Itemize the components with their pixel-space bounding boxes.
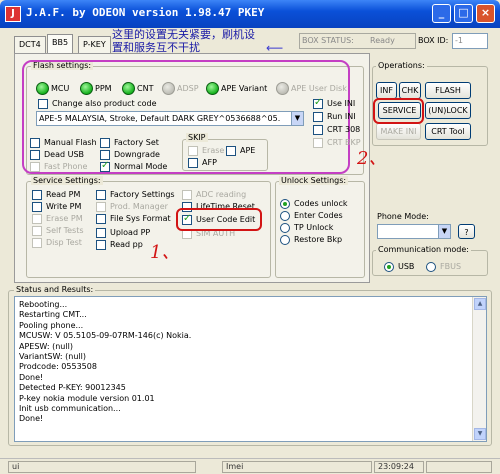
help-button[interactable]: ? <box>458 224 475 239</box>
status-bar: ui Imei 23:09:24 <box>0 458 500 474</box>
skip-ape-checkbox[interactable]: APE <box>226 145 255 156</box>
self-tests-checkbox[interactable]: Self Tests <box>32 225 84 236</box>
run-ini-checkbox[interactable]: Run INI <box>313 111 356 122</box>
unlock-settings-title: Unlock Settings: <box>279 176 349 185</box>
log-line: Detected P-KEY: 90012345 <box>19 383 126 393</box>
statusbar-imei: Imei <box>222 461 372 473</box>
prod-manager-checkbox[interactable]: Prod. Manager <box>96 201 168 212</box>
unlock-button[interactable]: (UN)LOCK <box>425 102 471 119</box>
fast-phone-checkbox[interactable]: Fast Phone <box>30 161 87 172</box>
log-line: Pooling phone... <box>19 320 84 330</box>
annotation-two: 2、 <box>357 148 387 169</box>
log-line: MCUSW: V 05.5105-09-07RM-146(c) Nokia. <box>19 331 192 341</box>
phone-mode-label: Phone Mode: <box>377 212 429 221</box>
downgrade-checkbox[interactable]: Downgrade <box>100 149 160 160</box>
note-text: 这里的设置无关紧要，刷机设置和服务互不干扰 <box>112 28 255 54</box>
log-line: Init usb communication... <box>19 404 121 413</box>
annotation-one: 1、 <box>150 242 180 263</box>
skip-afp-checkbox[interactable]: AFP <box>188 157 217 168</box>
normal-mode-checkbox[interactable]: Normal Mode <box>100 160 167 172</box>
scroll-up-icon[interactable]: ▲ <box>474 298 486 310</box>
erase-pm-checkbox[interactable]: Erase PM <box>32 213 83 224</box>
led-adsp: ADSP <box>162 82 199 95</box>
cnt-led-icon <box>122 82 135 95</box>
disp-test-checkbox[interactable]: Disp Test <box>32 237 82 248</box>
ape-variant-led-icon <box>206 82 219 95</box>
statusbar-pane-left: ui <box>8 461 196 473</box>
log-line: Prodcode: 0553508 <box>19 362 97 372</box>
statusbar-pane-right <box>426 461 492 473</box>
flash-button[interactable]: FLASH <box>425 82 471 99</box>
statusbar-time: 23:09:24 <box>374 461 424 473</box>
tab-dct4[interactable]: DCT4 <box>14 36 46 53</box>
restore-bkp-radio[interactable]: Restore Bkp <box>280 234 342 245</box>
box-status-value: Ready <box>370 36 395 45</box>
change-product-checkbox[interactable]: Change also product code <box>38 98 157 109</box>
skip-erase-checkbox[interactable]: Erase <box>188 145 224 156</box>
factory-settings-checkbox[interactable]: Factory Settings <box>96 189 175 200</box>
service-settings-title: Service Settings: <box>31 176 103 185</box>
led-cnt: CNT <box>122 82 153 95</box>
log-line: Done! <box>19 414 44 424</box>
upload-pp-checkbox[interactable]: Upload PP <box>96 227 150 238</box>
log-line: VariantSW: (null) <box>19 352 86 361</box>
led-ape-variant: APE Variant <box>206 82 267 95</box>
window-title: J.A.F. by ODEON version 1.98.47 PKEY <box>26 6 265 19</box>
log-line: P-key nokia module version 01.01 <box>19 393 155 403</box>
fbus-radio[interactable]: FBUS <box>426 261 461 272</box>
service-highlight <box>373 98 424 124</box>
chevron-down-icon[interactable]: ▼ <box>438 225 450 238</box>
make-ini-button[interactable]: MAKE INI <box>376 123 421 140</box>
tp-unlock-radio[interactable]: TP Unlock <box>280 222 333 233</box>
usb-radio[interactable]: USB <box>384 261 414 272</box>
log-line: Restarting CMT... <box>19 310 87 320</box>
led-ape-user-disk: APE User Disk <box>276 82 347 95</box>
codes-unlock-radio[interactable]: Codes unlock <box>280 198 347 209</box>
crt-tool-button[interactable]: CRT Tool <box>425 123 471 140</box>
ape-user-disk-led-icon <box>276 82 289 95</box>
phone-mode-select[interactable]: ▼ <box>377 224 451 239</box>
box-id-label: BOX ID: <box>418 36 449 45</box>
minimize-button[interactable]: _ <box>432 4 451 23</box>
led-mcu: MCU <box>36 82 69 95</box>
product-code-select[interactable]: APE-5 MALAYSIA, Stroke, Default DARK GRE… <box>36 111 304 126</box>
tab-bb5[interactable]: BB5 <box>47 34 74 54</box>
chk-button[interactable]: CHK <box>399 82 421 99</box>
box-id-field[interactable]: -1 <box>452 33 488 49</box>
log-line: Rebooting... <box>19 300 68 309</box>
chevron-down-icon[interactable]: ▼ <box>291 112 303 125</box>
ppm-led-icon <box>80 82 93 95</box>
status-title: Status and Results: <box>14 285 96 294</box>
log-line: APESW: (null) <box>19 341 73 351</box>
enter-codes-radio[interactable]: Enter Codes <box>280 210 343 221</box>
manual-flash-checkbox[interactable]: Manual Flash <box>30 137 97 148</box>
operations-title: Operations: <box>376 61 427 70</box>
inf-button[interactable]: INF <box>376 82 397 99</box>
log-scrollbar[interactable]: ▲ ▼ <box>472 297 486 441</box>
user-code-edit-highlight <box>176 208 262 231</box>
skip-title: SKIP <box>186 133 208 142</box>
status-log: Rebooting... Restarting CMT... Pooling pho… <box>14 296 487 442</box>
tab-pkey[interactable]: P-KEY <box>78 36 111 53</box>
adsp-led-icon <box>162 82 175 95</box>
close-button[interactable]: × <box>476 4 495 23</box>
led-ppm: PPM <box>80 82 112 95</box>
dead-usb-checkbox[interactable]: Dead USB <box>30 149 84 160</box>
scroll-down-icon[interactable]: ▼ <box>474 428 486 440</box>
maximize-button[interactable]: □ <box>454 4 473 23</box>
read-pm-checkbox[interactable]: Read PM <box>32 189 80 200</box>
file-sys-format-checkbox[interactable]: File Sys Format <box>96 213 171 224</box>
app-icon: J <box>5 6 21 22</box>
use-ini-checkbox[interactable]: Use INI <box>313 97 355 109</box>
adc-reading-checkbox[interactable]: ADC reading <box>182 189 246 200</box>
box-status-label: BOX STATUS: <box>302 36 354 45</box>
crt-bkp-checkbox[interactable]: CRT BKP <box>313 137 361 148</box>
log-line: Done! <box>19 372 44 382</box>
communication-mode-title: Communication mode: <box>376 245 471 254</box>
mcu-led-icon <box>36 82 49 95</box>
read-pp-checkbox[interactable]: Read pp <box>96 239 143 250</box>
crt308-checkbox[interactable]: CRT 308 <box>313 124 360 135</box>
factory-set-checkbox[interactable]: Factory Set <box>100 137 159 148</box>
write-pm-checkbox[interactable]: Write PM <box>32 201 81 212</box>
